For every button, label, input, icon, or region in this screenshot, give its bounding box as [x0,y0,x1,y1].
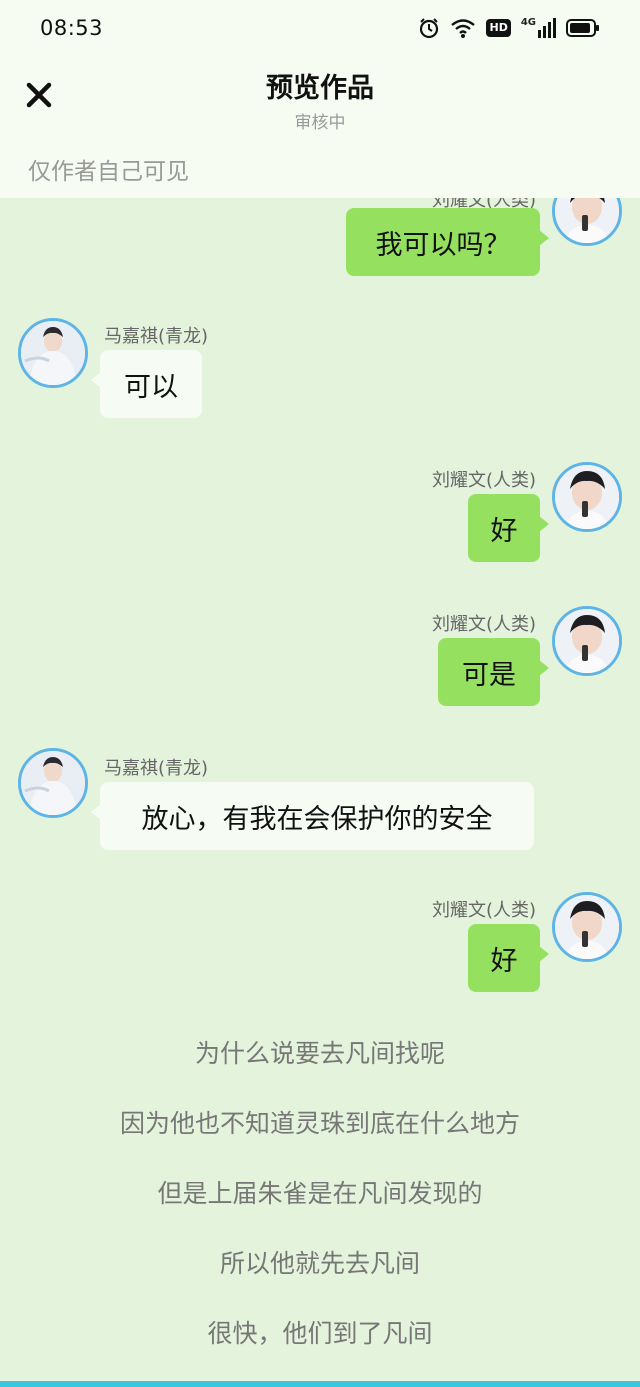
status-bar: 08:53 HD 4G [0,0,640,56]
sender-name: 马嘉祺(青龙) [104,758,209,779]
narration-line: 所以他就先去凡间 [219,1249,420,1278]
sender-name: 刘耀文(人类) [431,614,536,635]
battery-icon [566,18,600,38]
narration-line: 因为他也不知道灵珠到底在什么地方 [119,1109,520,1138]
hd-icon: HD [486,19,511,37]
network-label: 4G [520,17,536,28]
signal-4g-icon: 4G [521,18,556,38]
avatar[interactable] [552,892,622,962]
alarm-icon [418,17,440,39]
narration-line: 很快，他们到了凡间 [207,1319,433,1348]
page-title: 预览作品 [266,73,374,104]
sender-name: 刘耀文(人类) [431,470,536,491]
avatar[interactable] [552,606,622,676]
message-bubble[interactable]: 我可以吗？ [346,208,549,276]
wifi-icon [450,17,476,39]
sender-name: 刘耀文(人类) [431,900,536,921]
chat-area[interactable]: 刘耀文(人类) 我可以吗？ 马嘉祺(青龙) 可以 刘耀文(人类) 好 刘耀文(人… [0,198,640,1378]
narration-line: 但是上届朱雀是在凡间发现的 [157,1179,483,1208]
status-time: 08:53 [40,16,104,40]
header: 预览作品 审核中 仅作者自己可见 [0,56,640,198]
message-bubble[interactable]: 好 [468,494,549,562]
avatar[interactable] [18,318,88,388]
review-status: 审核中 [294,113,346,133]
message-bubble[interactable]: 放心，有我在会保护你的安全 [91,782,534,850]
sender-name: 马嘉祺(青龙) [104,326,209,347]
visibility-note: 仅作者自己可见 [28,159,189,185]
narration-line: 为什么说要去凡间找呢 [194,1039,445,1068]
message-bubble[interactable]: 好 [468,924,549,992]
message-bubble[interactable]: 可以 [91,350,202,418]
message-bubble[interactable]: 可是 [438,638,549,706]
avatar[interactable] [18,748,88,818]
avatar[interactable] [552,198,622,246]
status-icons: HD 4G [418,17,600,39]
bottom-accent-bar [0,1381,640,1387]
avatar[interactable] [552,462,622,532]
